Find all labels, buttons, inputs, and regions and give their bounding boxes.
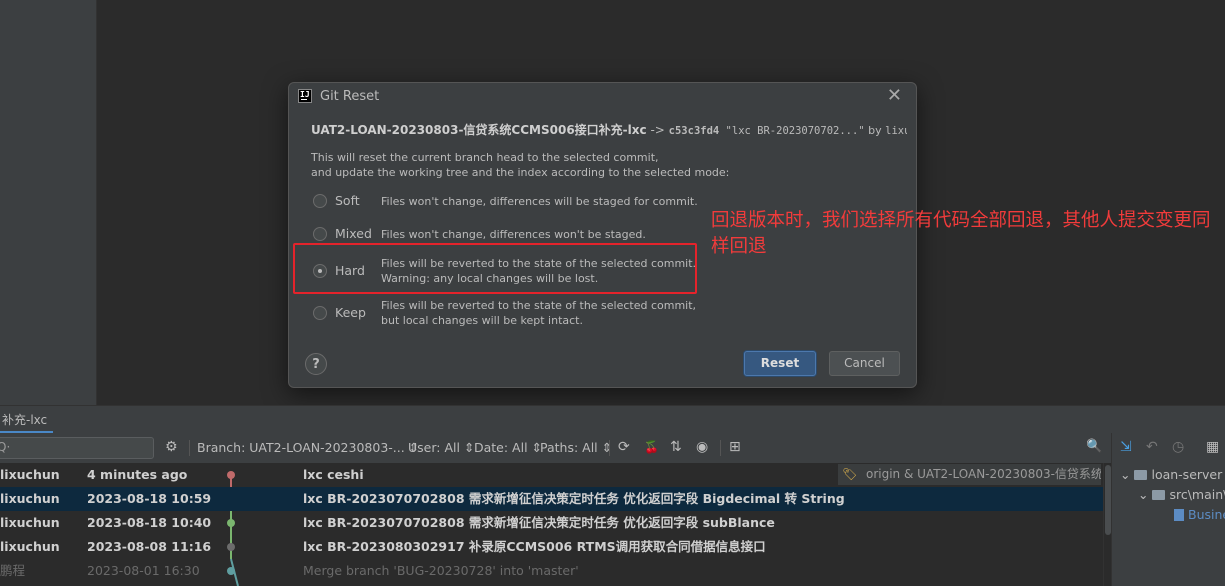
commit-row[interactable]: 鹏程 2023-08-01 16:30 Merge branch 'BUG-20… bbox=[0, 559, 1103, 583]
option-mixed-description: Files won't change, differences won't be… bbox=[381, 228, 646, 241]
date-filter[interactable]: Date: All ⇕ bbox=[474, 440, 542, 455]
description-line-1: This will reset the current branch head … bbox=[311, 151, 659, 164]
branch-ref-text: origin & UAT2-LOAN-20230803-信贷系统C... bbox=[866, 467, 1101, 481]
hard-highlight-box bbox=[293, 243, 697, 294]
option-keep-description: Files will be reverted to the state of t… bbox=[381, 298, 696, 328]
dialog-titlebar: IJ Git Reset ✕ bbox=[289, 83, 916, 111]
radio-keep[interactable] bbox=[313, 306, 327, 320]
cancel-button[interactable]: Cancel bbox=[829, 351, 900, 376]
tree-label: src\main\ bbox=[1169, 487, 1225, 502]
commit-row[interactable]: lixuchun 2023-08-08 11:16 lxc BR-2023080… bbox=[0, 535, 1103, 559]
sort-icon[interactable]: ⇅ bbox=[670, 439, 682, 455]
reset-description: This will reset the current branch head … bbox=[311, 150, 729, 180]
tree-item-file[interactable]: Busine bbox=[1174, 507, 1225, 522]
reset-button[interactable]: Reset bbox=[744, 351, 816, 376]
toolbar-divider bbox=[189, 440, 190, 456]
git-tab-bar: 补充-lxc bbox=[0, 405, 1225, 434]
clock-icon[interactable]: ◷ bbox=[1172, 439, 1184, 455]
commit-date: 4 minutes ago bbox=[87, 467, 188, 482]
commit-author: lixuchun bbox=[0, 467, 60, 482]
annotation-note: 回退版本时，我们选择所有代码全部回退，其他人提交变更同样回退 bbox=[711, 210, 1211, 257]
tree-label: loan-server bbox=[1151, 467, 1223, 482]
commit-author: lixuchun bbox=[0, 539, 60, 554]
close-icon[interactable]: ✕ bbox=[887, 85, 902, 106]
file-icon bbox=[1174, 509, 1184, 521]
pin-icon[interactable]: ⇲ bbox=[1120, 439, 1132, 455]
reset-target-line: UAT2-LOAN-20230803-信贷系统CCMS006接口补充-lxc -… bbox=[311, 121, 907, 138]
description-line-2: and update the working tree and the inde… bbox=[311, 166, 730, 179]
user-filter[interactable]: User: All ⇕ bbox=[408, 440, 474, 455]
branch-name: UAT2-LOAN-20230803-信贷系统CCMS006接口补充-lxc bbox=[311, 123, 647, 137]
gear-icon[interactable]: ⚙ bbox=[165, 439, 178, 455]
folder-icon bbox=[1152, 490, 1166, 500]
search-icon[interactable]: 🔍 bbox=[1086, 439, 1102, 455]
branch-filter[interactable]: Branch: UAT2-LOAN-20230803-... ⇕ bbox=[197, 440, 419, 455]
commit-date: 2023-08-18 10:40 bbox=[87, 515, 212, 530]
intellij-icon: IJ bbox=[298, 89, 312, 103]
arrow-text: -> bbox=[646, 123, 669, 137]
grid-icon[interactable]: ▦ bbox=[1206, 439, 1219, 455]
cherry-pick-icon[interactable]: 🍒 bbox=[644, 439, 659, 455]
commit-date: 2023-08-18 10:59 bbox=[87, 491, 212, 506]
commit-author: lixuchun bbox=[0, 515, 60, 530]
toolbar-divider bbox=[609, 440, 610, 456]
tree-label: Busine bbox=[1188, 507, 1225, 522]
commit-log-list: lixuchun 4 minutes ago lxc ceshi 🏷 origin… bbox=[0, 463, 1103, 586]
chevron-down-icon: ⌄ bbox=[1138, 487, 1149, 502]
option-keep-line-1: Files will be reverted to the state of t… bbox=[381, 299, 697, 312]
option-mixed-label: Mixed bbox=[335, 226, 372, 241]
commit-date: 2023-08-08 11:16 bbox=[87, 539, 212, 554]
commit-message: lxc ceshi bbox=[303, 467, 364, 482]
commit-row[interactable]: lixuchun 4 minutes ago lxc ceshi 🏷 origin… bbox=[0, 463, 1103, 487]
radio-soft[interactable] bbox=[313, 194, 327, 208]
commit-message: lxc BR-2023070702808 需求新增征信决策定时任务 优化返回字段… bbox=[303, 515, 775, 530]
tag-icon: 🏷 bbox=[842, 467, 858, 481]
git-log-toolbar: Q· ⚙ Branch: UAT2-LOAN-20230803-... ⇕ Us… bbox=[0, 433, 1225, 464]
commit-message: "lxc BR-2023070702..." bbox=[719, 125, 865, 137]
option-soft-label: Soft bbox=[335, 193, 360, 208]
commit-author: lixuchun bbox=[885, 125, 907, 137]
commit-message: lxc BR-2023070702808 需求新增征信决策定时任务 优化返回字段… bbox=[303, 491, 845, 506]
tree-item-root[interactable]: ⌄ loan-server bbox=[1120, 467, 1222, 482]
option-keep-label: Keep bbox=[335, 305, 366, 320]
changed-files-panel: ⇲ ↶ ◷ ▦ ⌄ loan-server ⌄ src\main\ Busine bbox=[1111, 433, 1225, 586]
help-button[interactable]: ? bbox=[305, 353, 327, 375]
branch-ref-label: 🏷 origin & UAT2-LOAN-20230803-信贷系统C... bbox=[838, 464, 1101, 485]
undo-icon[interactable]: ↶ bbox=[1146, 439, 1158, 455]
paths-filter[interactable]: Paths: All ⇕ bbox=[540, 440, 612, 455]
commit-author: lixuchun bbox=[0, 491, 60, 506]
new-tab-icon[interactable]: ⊞ bbox=[729, 439, 741, 455]
option-keep-line-2: but local changes will be kept intact. bbox=[381, 314, 583, 327]
left-tool-strip bbox=[0, 0, 97, 405]
commit-message: lxc BR-2023080302917 补录原CCMS006 RTMS调用获取… bbox=[303, 539, 766, 554]
radio-mixed[interactable] bbox=[313, 227, 327, 241]
commit-author: 鹏程 bbox=[0, 563, 26, 578]
search-icon: Q· bbox=[0, 440, 11, 454]
chevron-down-icon: ⌄ bbox=[1120, 467, 1131, 482]
commit-date: 2023-08-01 16:30 bbox=[87, 563, 200, 578]
toolbar-divider bbox=[720, 440, 721, 456]
refresh-icon[interactable]: ⟳ bbox=[618, 439, 630, 455]
log-search-input[interactable]: Q· bbox=[0, 437, 154, 459]
dialog-title: Git Reset bbox=[320, 89, 380, 104]
commit-hash: c53c3fd4 bbox=[668, 125, 720, 137]
commit-row[interactable]: lixuchun 2023-08-18 10:59 lxc BR-2023070… bbox=[0, 487, 1103, 511]
by-label: by bbox=[864, 124, 886, 137]
commit-row[interactable]: lixuchun 2023-08-18 10:40 lxc BR-2023070… bbox=[0, 511, 1103, 535]
tab-log[interactable]: 补充-lxc bbox=[0, 406, 54, 434]
commit-message: Merge branch 'BUG-20230728' into 'master… bbox=[303, 563, 579, 578]
tree-item-src[interactable]: ⌄ src\main\ bbox=[1138, 487, 1225, 502]
option-soft-description: Files won't change, differences will be … bbox=[381, 195, 698, 208]
folder-icon bbox=[1134, 470, 1148, 480]
eye-icon[interactable]: ◉ bbox=[696, 439, 708, 455]
